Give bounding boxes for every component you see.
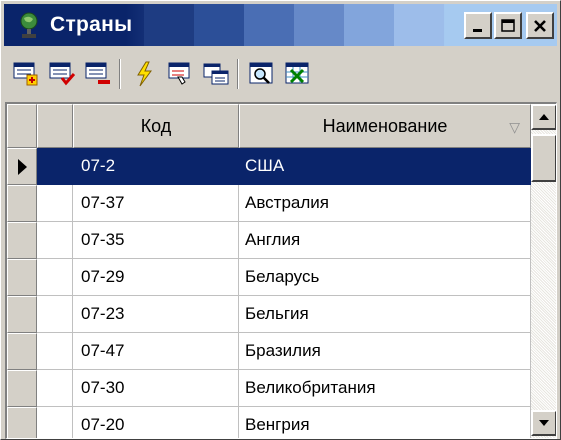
toolbar-separator xyxy=(119,59,121,89)
cell-name[interactable]: США xyxy=(239,148,531,185)
arrow-down-icon xyxy=(539,420,549,426)
delete-record-button[interactable] xyxy=(83,59,113,89)
cell-code[interactable]: 07-37 xyxy=(73,185,239,222)
column-header-code[interactable]: Код xyxy=(73,104,239,148)
row-indicator[interactable] xyxy=(7,407,37,438)
table-row[interactable]: 07-2 США xyxy=(7,148,531,185)
lightning-icon xyxy=(137,61,152,87)
scroll-up-button[interactable] xyxy=(531,104,556,130)
scroll-down-button[interactable] xyxy=(531,410,556,436)
filter-button[interactable] xyxy=(165,59,195,89)
vertical-scrollbar[interactable] xyxy=(531,104,556,438)
header-empty-cell xyxy=(37,104,73,148)
filter-icon xyxy=(168,62,190,85)
minimize-icon xyxy=(473,28,482,32)
column-header-code-label: Код xyxy=(140,115,172,136)
search-icon xyxy=(249,62,273,84)
table-row[interactable]: 07-47 Бразилия xyxy=(7,333,531,370)
table-row[interactable]: 07-37 Австралия xyxy=(7,185,531,222)
column-header-name-label: Наименование xyxy=(322,115,448,136)
close-button[interactable] xyxy=(526,12,554,39)
add-record-icon xyxy=(13,62,38,86)
edit-record-icon xyxy=(49,62,76,86)
current-row-arrow-icon xyxy=(18,158,27,175)
cell-code[interactable]: 07-2 xyxy=(73,148,239,185)
row-indicator[interactable] xyxy=(7,185,37,222)
cell-name[interactable]: Австралия xyxy=(239,185,531,222)
cell-code[interactable]: 07-47 xyxy=(73,333,239,370)
countries-window: Страны Код Наименование ▽ 07-2 США 07-37… xyxy=(0,0,561,440)
grid-header: Код Наименование ▽ xyxy=(7,104,531,148)
cell-name[interactable]: Великобритания xyxy=(239,370,531,407)
table-row[interactable]: 07-30 Великобритания xyxy=(7,370,531,407)
toolbar-separator xyxy=(237,59,239,89)
row-indicator[interactable] xyxy=(7,222,37,259)
copy-icon xyxy=(203,63,229,85)
refresh-button[interactable] xyxy=(129,59,159,89)
row-indicator[interactable] xyxy=(7,148,37,185)
table-row[interactable]: 07-29 Беларусь xyxy=(7,259,531,296)
row-indicator[interactable] xyxy=(7,333,37,370)
cell-code[interactable]: 07-29 xyxy=(73,259,239,296)
toolbar xyxy=(5,53,557,93)
sort-descending-icon: ▽ xyxy=(509,119,520,135)
export-button[interactable] xyxy=(283,59,313,89)
add-record-button[interactable] xyxy=(11,59,41,89)
cell-name[interactable]: Бельгия xyxy=(239,296,531,333)
table-row[interactable]: 07-20 Венгрия xyxy=(7,407,531,438)
table-row[interactable]: 07-35 Англия xyxy=(7,222,531,259)
maximize-button[interactable] xyxy=(494,12,522,39)
title-bar[interactable]: Страны xyxy=(4,4,557,46)
scrollbar-thumb[interactable] xyxy=(531,134,556,182)
cell-name[interactable]: Венгрия xyxy=(239,407,531,438)
arrow-up-icon xyxy=(539,114,549,120)
table-row[interactable]: 07-23 Бельгия xyxy=(7,296,531,333)
close-icon xyxy=(534,19,546,32)
edit-record-button[interactable] xyxy=(47,59,77,89)
maximize-icon xyxy=(501,18,515,32)
cell-name[interactable]: Англия xyxy=(239,222,531,259)
window-title: Страны xyxy=(50,13,133,36)
row-indicator[interactable] xyxy=(7,259,37,296)
header-indicator-cell xyxy=(7,104,37,148)
globe-stand-icon xyxy=(14,10,44,40)
minimize-button[interactable] xyxy=(464,12,492,39)
countries-grid[interactable]: Код Наименование ▽ 07-2 США 07-37 Австра… xyxy=(5,102,557,439)
cell-name[interactable]: Беларусь xyxy=(239,259,531,296)
row-indicator[interactable] xyxy=(7,370,37,407)
cell-code[interactable]: 07-30 xyxy=(73,370,239,407)
cell-code[interactable]: 07-23 xyxy=(73,296,239,333)
column-header-name[interactable]: Наименование ▽ xyxy=(239,104,531,148)
cell-name[interactable]: Бразилия xyxy=(239,333,531,370)
find-button[interactable] xyxy=(247,59,277,89)
excel-export-icon xyxy=(285,62,309,84)
cell-code[interactable]: 07-35 xyxy=(73,222,239,259)
row-indicator[interactable] xyxy=(7,296,37,333)
copy-button[interactable] xyxy=(201,59,231,89)
delete-record-icon xyxy=(85,62,110,84)
cell-code[interactable]: 07-20 xyxy=(73,407,239,438)
